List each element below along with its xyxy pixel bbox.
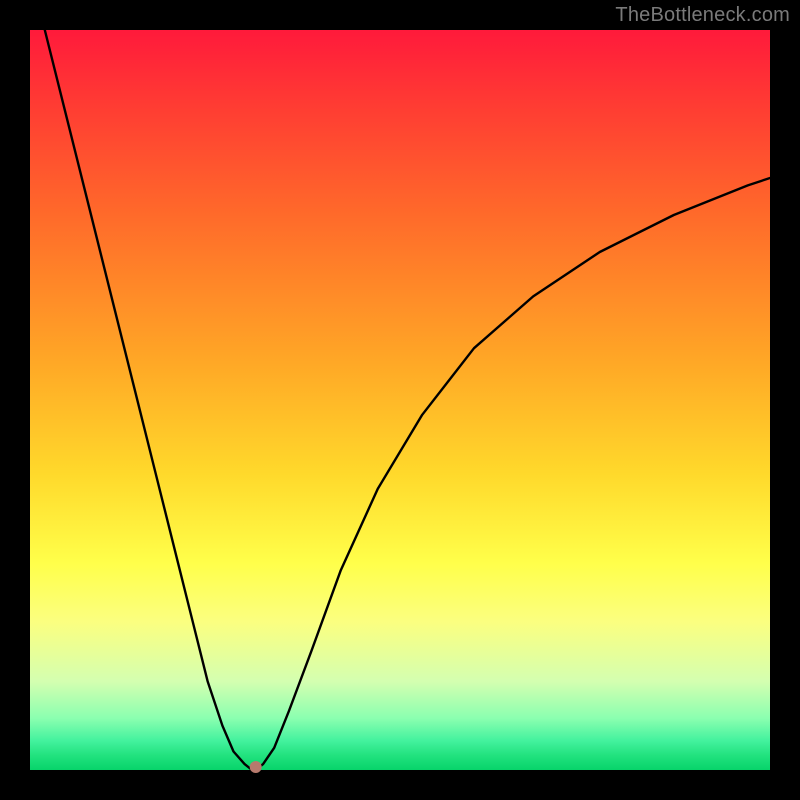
watermark-text: TheBottleneck.com <box>615 4 790 27</box>
bottleneck-curve <box>45 30 770 770</box>
plot-area <box>30 30 770 770</box>
chart-svg <box>30 30 770 770</box>
chart-stage: TheBottleneck.com <box>0 0 800 800</box>
minimum-marker <box>250 761 262 773</box>
